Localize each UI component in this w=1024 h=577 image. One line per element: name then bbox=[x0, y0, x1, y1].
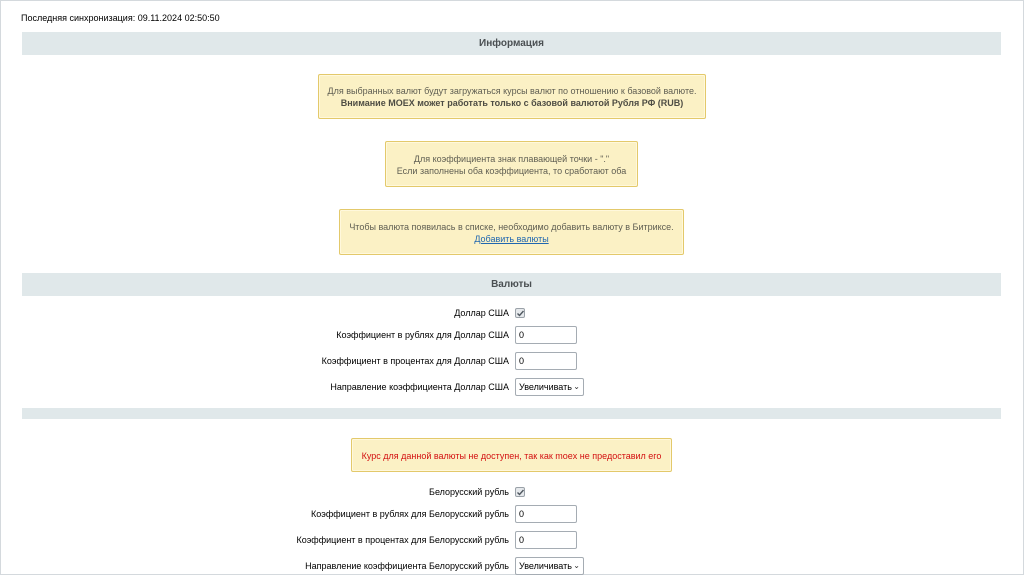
currency-byn-pct-label: Коэффициент в процентах для Белорусский … bbox=[296, 535, 509, 545]
add-currency-link[interactable]: Добавить валюты bbox=[474, 234, 548, 244]
last-sync-text: Последняя синхронизация: 09.11.2024 02:5… bbox=[21, 13, 220, 23]
currency-byn-rub-label: Коэффициент в рублях для Белорусский руб… bbox=[311, 509, 509, 519]
currency-byn-rub-row: Коэффициент в рублях для Белорусский руб… bbox=[0, 505, 1024, 525]
currency-usd-pct-label: Коэффициент в процентах для Доллар США bbox=[321, 356, 509, 366]
currency-byn-checkbox[interactable] bbox=[515, 487, 525, 497]
currency-byn-label: Белорусский рубль bbox=[429, 487, 509, 497]
currency-usd-direction-select[interactable]: Увеличивать ⌄ bbox=[515, 378, 584, 396]
currency-byn-direction-select[interactable]: Увеличивать ⌄ bbox=[515, 557, 584, 575]
currency-usd-label: Доллар США bbox=[454, 308, 509, 318]
currency-usd-rub-input[interactable] bbox=[515, 326, 577, 344]
checkmark-icon bbox=[517, 489, 525, 496]
section-header-currencies: Валюты bbox=[22, 273, 1001, 296]
chevron-down-icon: ⌄ bbox=[573, 561, 580, 570]
currency-usd-direction-label: Направление коэффициента Доллар США bbox=[330, 382, 509, 392]
currency-usd-checkbox[interactable] bbox=[515, 308, 525, 318]
currency-byn-direction-row: Направление коэффициента Белорусский руб… bbox=[0, 557, 1024, 577]
note-base-currency-warning: Внимание MOEX может работать только с ба… bbox=[340, 98, 684, 108]
note-coefficient-line2: Если заполнены оба коэффициента, то сраб… bbox=[396, 166, 627, 176]
note-coefficient-line1: Для коэффициента знак плавающей точки - … bbox=[413, 154, 610, 164]
note-base-currency-line1: Для выбранных валют будут загружаться ку… bbox=[327, 86, 697, 96]
currency-byn-enable-row: Белорусский рубль bbox=[0, 483, 1024, 503]
currency-usd-enable-row: Доллар США bbox=[0, 304, 1024, 324]
note-base-currency: Для выбранных валют будут загружаться ку… bbox=[318, 74, 706, 119]
currency-usd-rub-row: Коэффициент в рублях для Доллар США bbox=[0, 326, 1024, 346]
currency-usd-direction-row: Направление коэффициента Доллар США Увел… bbox=[0, 378, 1024, 398]
currency-byn-pct-row: Коэффициент в процентах для Белорусский … bbox=[0, 531, 1024, 551]
currency-usd-pct-row: Коэффициент в процентах для Доллар США bbox=[0, 352, 1024, 372]
note-coefficient: Для коэффициента знак плавающей точки - … bbox=[385, 141, 638, 187]
currency-byn-direction-label: Направление коэффициента Белорусский руб… bbox=[305, 561, 509, 571]
note-rate-unavailable-text: Курс для данной валюты не доступен, так … bbox=[361, 451, 662, 461]
note-rate-unavailable: Курс для данной валюты не доступен, так … bbox=[351, 438, 672, 472]
currency-usd-direction-value: Увеличивать bbox=[519, 382, 572, 392]
currency-byn-pct-input[interactable] bbox=[515, 531, 577, 549]
note-add-currency: Чтобы валюта появилась в списке, необход… bbox=[339, 209, 684, 255]
currency-byn-direction-value: Увеличивать bbox=[519, 561, 572, 571]
note-add-currency-line1: Чтобы валюта появилась в списке, необход… bbox=[349, 222, 674, 232]
currency-usd-pct-input[interactable] bbox=[515, 352, 577, 370]
chevron-down-icon: ⌄ bbox=[573, 382, 580, 391]
section-divider bbox=[22, 408, 1001, 419]
currency-byn-rub-input[interactable] bbox=[515, 505, 577, 523]
checkmark-icon bbox=[517, 310, 525, 317]
currency-usd-rub-label: Коэффициент в рублях для Доллар США bbox=[336, 330, 509, 340]
section-header-info: Информация bbox=[22, 32, 1001, 55]
